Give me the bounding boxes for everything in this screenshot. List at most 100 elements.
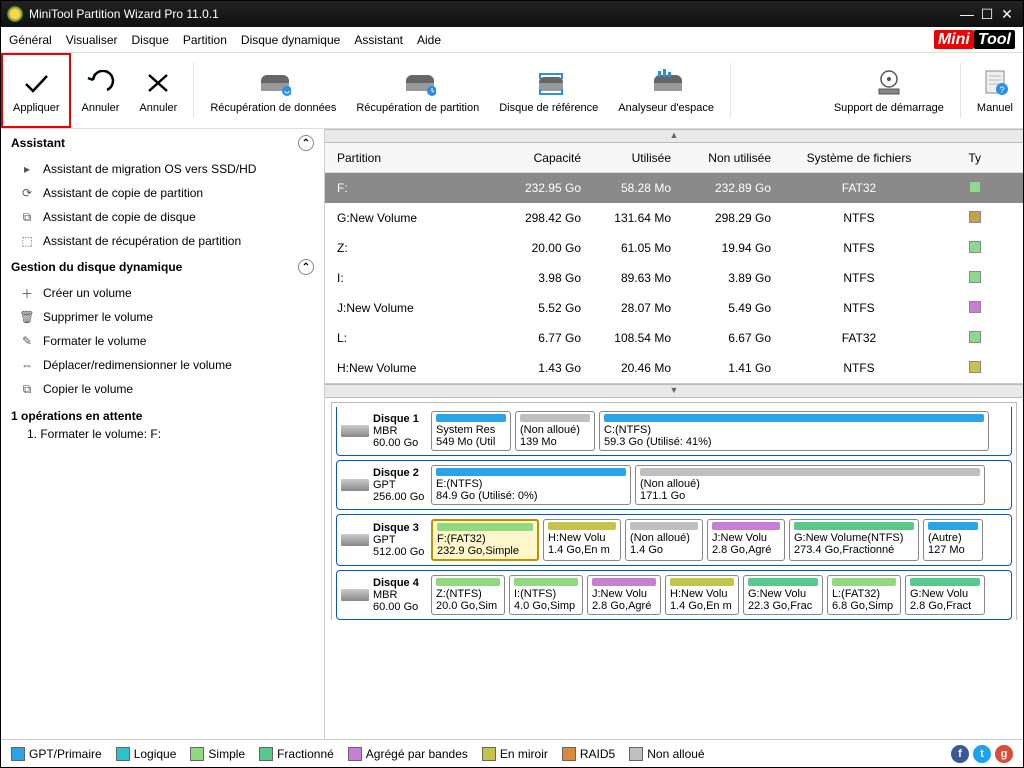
disk-label: Disque 3GPT512.00 Go	[341, 519, 427, 561]
disk-row[interactable]: Disque 4MBR60.00 Go Z:(NTFS)20.0 Go,Sim …	[336, 570, 1012, 620]
disk-icon	[341, 425, 369, 437]
benchmark-button[interactable]: Disque de référence	[489, 53, 608, 128]
titlebar: MiniTool Partition Wizard Pro 11.0.1 — ☐…	[1, 1, 1023, 27]
action-icon: ✎	[19, 333, 35, 349]
legend-item: Simple	[190, 747, 245, 761]
window-title: MiniTool Partition Wizard Pro 11.0.1	[29, 7, 219, 21]
partition-block[interactable]: G:New Volu2.8 Go,Fract	[905, 575, 985, 615]
manual-button[interactable]: ? Manuel	[967, 53, 1023, 128]
space-analyzer-button[interactable]: Analyseur d'espace	[608, 53, 724, 128]
partition-block[interactable]: (Autre)127 Mo	[923, 519, 983, 561]
partition-block[interactable]: (Non alloué)171.1 Go	[635, 465, 985, 505]
grid-header: PartitionCapacité UtiliséeNon utilisée S…	[325, 143, 1023, 173]
scroll-down-hint[interactable]: ▼	[325, 384, 1023, 398]
disk-icon	[341, 479, 369, 491]
boot-media-button[interactable]: Support de démarrage	[824, 53, 954, 128]
maximize-button[interactable]: ☐	[977, 6, 997, 23]
menubar: Général Visualiser Disque Partition Disq…	[1, 27, 1023, 53]
disk-row[interactable]: Disque 1MBR60.00 Go System Res549 Mo (Ut…	[336, 407, 1012, 456]
sidebar-item[interactable]: ▸Assistant de migration OS vers SSD/HD	[1, 157, 324, 181]
sidebar-item[interactable]: ⧉Assistant de copie de disque	[1, 205, 324, 229]
disk-label: Disque 4MBR60.00 Go	[341, 575, 427, 615]
partition-grid: PartitionCapacité UtiliséeNon utilisée S…	[325, 143, 1023, 384]
disk-map: Disque 1MBR60.00 Go System Res549 Mo (Ut…	[325, 398, 1023, 739]
twitter-icon[interactable]: t	[973, 745, 991, 763]
table-row[interactable]: G:New Volume298.42 Go131.64 Mo298.29 GoN…	[325, 203, 1023, 233]
wizard-icon: ⟳	[19, 185, 35, 201]
disk-row[interactable]: Disque 3GPT512.00 Go F:(FAT32)232.9 Go,S…	[336, 514, 1012, 566]
menu-wizard[interactable]: Assistant	[354, 33, 403, 47]
partition-block[interactable]: G:New Volume(NTFS)273.4 Go,Fractionné	[789, 519, 919, 561]
chevron-up-icon[interactable]: ⌃	[298, 259, 314, 275]
undo-button[interactable]: Annuler	[71, 53, 129, 128]
assistant-group-header[interactable]: Assistant ⌃	[1, 129, 324, 157]
sidebar-item[interactable]: ⟳Assistant de copie de partition	[1, 181, 324, 205]
disc-icon	[871, 68, 907, 98]
svg-text:?: ?	[999, 85, 1004, 95]
check-icon	[18, 68, 54, 98]
dynamic-group-header[interactable]: Gestion du disque dynamique ⌃	[1, 253, 324, 281]
partition-block[interactable]: System Res549 Mo (Util	[431, 411, 511, 451]
action-icon: ⧉	[19, 381, 35, 397]
pending-ops-header: 1 opérations en attente	[1, 401, 324, 425]
table-row[interactable]: J:New Volume5.52 Go28.07 Mo5.49 GoNTFS	[325, 293, 1023, 323]
legend-item: En miroir	[482, 747, 548, 761]
sidebar-item[interactable]: 🗑Supprimer le volume	[1, 305, 324, 329]
partition-block[interactable]: L:(FAT32)6.8 Go,Simp	[827, 575, 901, 615]
partition-recovery-button[interactable]: Récupération de partition	[346, 53, 489, 128]
sidebar: Assistant ⌃ ▸Assistant de migration OS v…	[1, 129, 325, 739]
partition-block[interactable]: Z:(NTFS)20.0 Go,Sim	[431, 575, 505, 615]
sidebar-item[interactable]: ⧉Copier le volume	[1, 377, 324, 401]
table-row[interactable]: Z:20.00 Go61.05 Mo19.94 GoNTFS	[325, 233, 1023, 263]
sidebar-item[interactable]: ⬚Assistant de récupération de partition	[1, 229, 324, 253]
menu-general[interactable]: Général	[9, 33, 52, 47]
partition-block[interactable]: (Non alloué)139 Mo	[515, 411, 595, 451]
disk-row[interactable]: Disque 2GPT256.00 Go E:(NTFS)84.9 Go (Ut…	[336, 460, 1012, 510]
legend-item: Logique	[116, 747, 177, 761]
sidebar-item[interactable]: ✎Formater le volume	[1, 329, 324, 353]
doc-help-icon: ?	[977, 68, 1013, 98]
legend-item: Agrégé par bandes	[348, 747, 468, 761]
partition-block[interactable]: (Non alloué)1.4 Go	[625, 519, 703, 561]
close-button[interactable]: ✕	[997, 6, 1017, 23]
drive-chart-icon	[648, 68, 684, 98]
table-row[interactable]: L:6.77 Go108.54 Mo6.67 GoFAT32	[325, 323, 1023, 353]
minimize-button[interactable]: —	[957, 6, 977, 22]
drive-refresh-icon	[255, 68, 291, 98]
partition-block[interactable]: H:New Volu1.4 Go,En m	[665, 575, 739, 615]
data-recovery-button[interactable]: Récupération de données	[200, 53, 346, 128]
cancel-button[interactable]: Annuler	[129, 53, 187, 128]
partition-block[interactable]: E:(NTFS)84.9 Go (Utilisé: 0%)	[431, 465, 631, 505]
chevron-up-icon[interactable]: ⌃	[298, 135, 314, 151]
legend-item: Non alloué	[629, 747, 704, 761]
menu-view[interactable]: Visualiser	[66, 33, 118, 47]
partition-block[interactable]: F:(FAT32)232.9 Go,Simple	[431, 519, 539, 561]
facebook-icon[interactable]: f	[951, 745, 969, 763]
disk-icon	[341, 534, 369, 546]
menu-partition[interactable]: Partition	[183, 33, 227, 47]
menu-help[interactable]: Aide	[417, 33, 441, 47]
sidebar-item[interactable]: ⇔Déplacer/redimensionner le volume	[1, 353, 324, 377]
partition-block[interactable]: J:New Volu2.8 Go,Agré	[587, 575, 661, 615]
partition-block[interactable]: H:New Volu1.4 Go,En m	[543, 519, 621, 561]
apply-button[interactable]: Appliquer	[1, 53, 71, 128]
legend-item: Fractionné	[259, 747, 334, 761]
partition-block[interactable]: C:(NTFS)59.3 Go (Utilisé: 41%)	[599, 411, 989, 451]
pending-op-item[interactable]: 1. Formater le volume: F:	[1, 425, 324, 443]
table-row[interactable]: F:232.95 Go58.28 Mo232.89 GoFAT32	[325, 173, 1023, 203]
partition-block[interactable]: I:(NTFS)4.0 Go,Simp	[509, 575, 583, 615]
disk-label: Disque 2GPT256.00 Go	[341, 465, 427, 505]
partition-block[interactable]: G:New Volu22.3 Go,Frac	[743, 575, 823, 615]
legend-item: RAID5	[562, 747, 615, 761]
sidebar-item[interactable]: ＋Créer un volume	[1, 281, 324, 305]
table-row[interactable]: H:New Volume1.43 Go20.46 Mo1.41 GoNTFS	[325, 353, 1023, 383]
brand-logo: MiniTool	[934, 31, 1015, 49]
menu-dynamic[interactable]: Disque dynamique	[241, 33, 340, 47]
scroll-up-hint[interactable]: ▲	[325, 129, 1023, 143]
wizard-icon: ▸	[19, 161, 35, 177]
menu-disk[interactable]: Disque	[132, 33, 169, 47]
table-row[interactable]: I:3.98 Go89.63 Mo3.89 GoNTFS	[325, 263, 1023, 293]
partition-block[interactable]: J:New Volu2.8 Go,Agré	[707, 519, 785, 561]
gplus-icon[interactable]: g	[995, 745, 1013, 763]
legend-item: GPT/Primaire	[11, 747, 102, 761]
